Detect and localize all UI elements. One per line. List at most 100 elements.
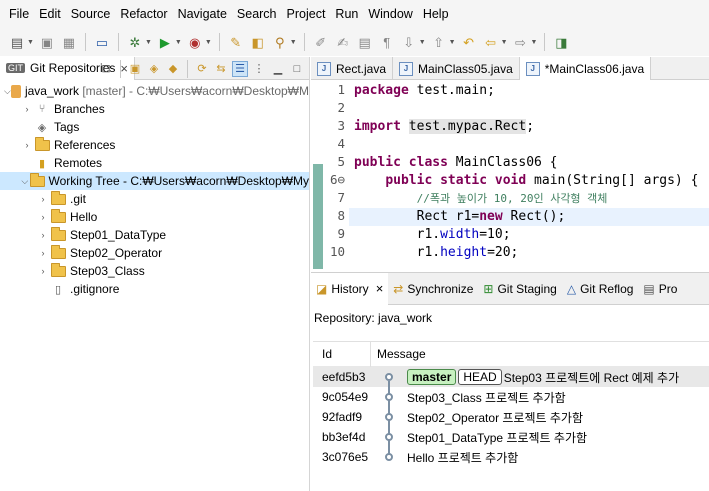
chevron-down-icon[interactable]: ▼ — [449, 39, 456, 46]
tree-item-label: Step02_Operator — [70, 246, 163, 260]
next-annotation-icon[interactable]: ⇩ — [400, 33, 418, 51]
chevron-down-icon[interactable]: ▼ — [27, 39, 34, 46]
back-icon[interactable]: ⇦ — [482, 33, 500, 51]
menu-search[interactable]: Search — [232, 0, 282, 28]
external-tools-icon[interactable]: ◉ — [186, 33, 204, 51]
commit-row[interactable]: eefd5b3 master HEAD Step03 프로젝트에 Rect 예제… — [313, 367, 709, 387]
chevron-right-icon[interactable]: › — [36, 194, 50, 204]
last-edit-icon[interactable]: ↶ — [460, 33, 478, 51]
collapse-all-icon[interactable]: ⊟ — [98, 61, 114, 77]
save-icon[interactable]: ▣ — [38, 33, 56, 51]
block-icon[interactable]: ▤ — [356, 33, 374, 51]
chevron-down-icon[interactable]: ▼ — [419, 39, 426, 46]
tree-item-file[interactable]: ▯ .gitignore — [0, 280, 309, 298]
tree-item-branches[interactable]: › ⑂ Branches — [0, 100, 309, 118]
close-icon[interactable]: × — [376, 281, 384, 296]
commit-row[interactable]: 92fadf9 Step02_Operator 프로젝트 추가함 — [313, 407, 709, 427]
minimize-icon[interactable]: ▁ — [270, 61, 286, 77]
history-icon: ◪ — [316, 281, 328, 296]
menu-file[interactable]: File — [4, 0, 34, 28]
chevron-down-icon[interactable]: ⌵ — [20, 176, 30, 187]
tab-history[interactable]: ◪ History × — [311, 272, 389, 305]
tab-git-staging[interactable]: ⊞ Git Staging — [478, 273, 561, 305]
chevron-right-icon[interactable]: › — [20, 104, 34, 114]
maximize-icon[interactable]: □ — [289, 61, 305, 77]
menu-source[interactable]: Source — [66, 0, 116, 28]
search-icon[interactable]: ⚲ — [271, 33, 289, 51]
tree-item-folder[interactable]: › Hello — [0, 208, 309, 226]
menu-project[interactable]: Project — [282, 0, 331, 28]
chevron-down-icon[interactable]: ▼ — [501, 39, 508, 46]
filter-icon[interactable]: ☰ — [232, 61, 248, 77]
column-header-id[interactable]: Id — [313, 341, 371, 367]
tree-item-folder[interactable]: › Step03_Class — [0, 262, 309, 280]
tree-item-tags[interactable]: ◈ Tags — [0, 118, 309, 136]
tree-item-folder[interactable]: › .git — [0, 190, 309, 208]
chevron-down-icon[interactable]: ▼ — [290, 39, 297, 46]
code-line: //폭과 높이가 10, 20인 사각형 객체 — [416, 192, 608, 205]
debug-icon[interactable]: ✲ — [126, 33, 144, 51]
chevron-right-icon[interactable]: › — [36, 212, 50, 222]
create-repository-icon[interactable]: ◆ — [165, 61, 181, 77]
tree-item-label: Step03_Class — [70, 264, 145, 278]
commit-row[interactable]: 9c054e9 Step03_Class 프로젝트 추가함 — [313, 387, 709, 407]
chevron-down-icon[interactable]: ▼ — [205, 39, 212, 46]
tab-properties[interactable]: ▤ Pro — [638, 273, 682, 305]
link-with-selection-icon[interactable]: ⇆ — [213, 61, 229, 77]
tab-git-reflog[interactable]: △ Git Reflog — [562, 273, 639, 305]
tree-item-working-tree[interactable]: ⌵ Working Tree - C:₩Users₩acorn₩Desktop₩… — [0, 172, 309, 190]
menu-edit[interactable]: Edit — [34, 0, 66, 28]
forward-icon[interactable]: ⇨ — [512, 33, 530, 51]
chevron-right-icon[interactable]: › — [20, 140, 34, 150]
java-file-icon: J — [317, 61, 331, 76]
chevron-down-icon[interactable]: ▼ — [145, 39, 152, 46]
tab-mainclass05-java[interactable]: J MainClass05.java — [393, 57, 520, 80]
tab-synchronize[interactable]: ⇄ Synchronize — [388, 273, 478, 305]
refresh-icon[interactable]: ⟳ — [194, 61, 210, 77]
prev-annotation-icon[interactable]: ⇧ — [430, 33, 448, 51]
chevron-right-icon[interactable]: › — [36, 230, 50, 240]
code-editor: J Rect.java J MainClass05.java J *MainCl… — [311, 57, 709, 269]
branch-badge: master — [407, 369, 457, 385]
chevron-right-icon[interactable]: › — [36, 266, 50, 276]
commit-id: 3c076e5 — [322, 450, 369, 464]
tab-label: Git Staging — [497, 281, 557, 296]
code-area[interactable]: 1 2 3 4 5 6⊖ 7 8 9 10 package test.main;… — [311, 80, 709, 269]
menu-refactor[interactable]: Refactor — [115, 0, 172, 28]
add-repository-icon[interactable]: ▣ — [127, 61, 143, 77]
commit-row[interactable]: 3c076e5 Hello 프로젝트 추가함 — [313, 447, 709, 467]
annotation-icon[interactable]: ✐ — [312, 33, 330, 51]
new-icon[interactable]: ▤ — [8, 33, 26, 51]
chevron-down-icon[interactable]: ▼ — [175, 39, 182, 46]
tree-item-folder[interactable]: › Step01_DataType — [0, 226, 309, 244]
chevron-down-icon[interactable]: ⌵ — [4, 86, 11, 97]
tree-item-references[interactable]: › References — [0, 136, 309, 154]
tab-rect-java[interactable]: J Rect.java — [311, 57, 394, 80]
menu-help[interactable]: Help — [418, 0, 454, 28]
run-icon[interactable]: ▶ — [156, 33, 174, 51]
tab-mainclass06-java[interactable]: J *MainClass06.java — [519, 57, 652, 80]
menu-window[interactable]: Window — [363, 0, 417, 28]
commit-message: Step03_Class 프로젝트 추가함 — [407, 390, 566, 405]
commit-id: 9c054e9 — [322, 390, 369, 404]
chevron-down-icon[interactable]: ▼ — [531, 39, 538, 46]
paragraph-icon[interactable]: ¶ — [378, 33, 396, 51]
save-all-icon[interactable]: ▦ — [60, 33, 78, 51]
code-line: import test.mypac.Rect; — [354, 119, 535, 134]
clone-repository-icon[interactable]: ◈ — [146, 61, 162, 77]
column-header-message[interactable]: Message — [371, 347, 426, 361]
mark-icon[interactable]: ✍ — [334, 33, 352, 51]
menu-run[interactable]: Run — [330, 0, 363, 28]
open-type-icon[interactable]: ✎ — [227, 33, 245, 51]
chevron-right-icon[interactable]: › — [36, 248, 50, 258]
perspective-icon[interactable]: ◨ — [552, 33, 570, 51]
menu-navigate[interactable]: Navigate — [173, 0, 232, 28]
terminal-icon[interactable]: ▭ — [93, 33, 111, 51]
commit-row[interactable]: bb3ef4d Step01_DataType 프로젝트 추가함 — [313, 427, 709, 447]
tree-item-remotes[interactable]: ▮ Remotes — [0, 154, 309, 172]
open-task-icon[interactable]: ◧ — [249, 33, 267, 51]
tree-item-folder[interactable]: › Step02_Operator — [0, 244, 309, 262]
toolbar-separator — [218, 33, 220, 51]
tree-item-repository[interactable]: ⌵ java_work [master] - C:₩Users₩acorn₩De… — [0, 82, 309, 100]
view-menu-icon[interactable]: ⋮ — [251, 61, 267, 77]
